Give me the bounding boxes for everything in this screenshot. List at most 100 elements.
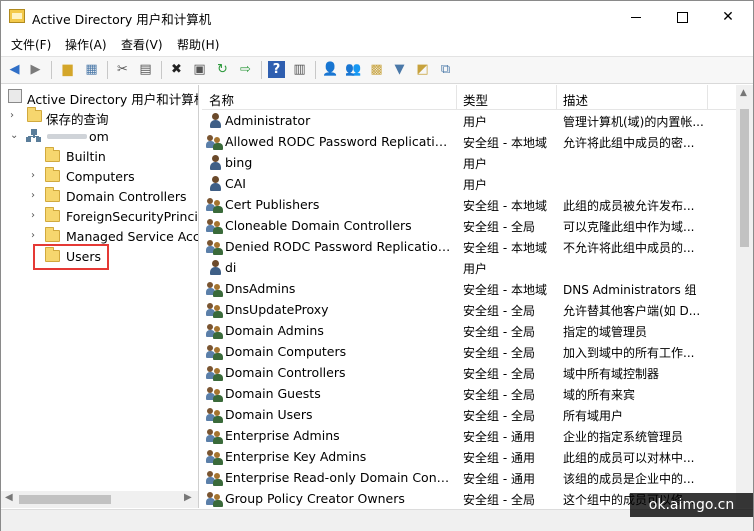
cell-description: 企业的指定系统管理员: [563, 430, 684, 444]
cell-description: 允许替其他客户端(如 D...: [563, 304, 701, 318]
group-icon: [206, 239, 224, 255]
close-button[interactable]: ✕: [705, 1, 751, 33]
tree-item-label: Managed Service Acco: [66, 229, 199, 244]
table-row[interactable]: Domain Computers 安全组 - 全局 加入到域中的所有工作...: [202, 341, 736, 362]
cell-description: 管理计算机(域)的内置帐...: [563, 115, 704, 129]
table-row[interactable]: Domain Controllers 安全组 - 全局 域中所有域控制器: [202, 362, 736, 383]
table-row[interactable]: Domain Users 安全组 - 全局 所有域用户: [202, 404, 736, 425]
table-row[interactable]: Enterprise Read-only Domain Controll... 安…: [202, 467, 736, 488]
tree-item-foreign-security-principals[interactable]: › ForeignSecurityPrincipa: [1, 207, 198, 227]
expand-arrow-icon[interactable]: ›: [10, 110, 14, 121]
table-row[interactable]: Domain Admins 安全组 - 全局 指定的域管理员: [202, 320, 736, 341]
maximize-button[interactable]: [659, 1, 705, 33]
menu-file[interactable]: 文件(F): [11, 36, 51, 53]
user-icon: [208, 113, 224, 129]
delete-icon[interactable]: ✖: [168, 61, 185, 78]
collapse-arrow-icon[interactable]: ⌄: [10, 130, 18, 141]
table-row[interactable]: Enterprise Key Admins 安全组 - 通用 此组的成员可以对林中.…: [202, 446, 736, 467]
group-icon: [206, 344, 224, 360]
export-icon[interactable]: ⇨: [237, 61, 254, 78]
cell-type: 安全组 - 全局: [463, 220, 535, 234]
table-row[interactable]: bing 用户: [202, 152, 736, 173]
cell-type: 用户: [463, 157, 488, 171]
tree-item-domain[interactable]: ⌄ om: [1, 127, 198, 147]
table-row[interactable]: Denied RODC Password Replication G... 安全组…: [202, 236, 736, 257]
group-icon: [206, 302, 224, 318]
column-header-name[interactable]: 名称: [209, 90, 234, 109]
tree-item-computers[interactable]: › Computers: [1, 167, 198, 187]
column-divider[interactable]: [707, 85, 708, 109]
redacted-domain-name: [47, 134, 87, 139]
cell-description: 不允许将此组中成员的...: [563, 241, 695, 255]
back-icon[interactable]: ◀: [6, 61, 23, 78]
minimize-button[interactable]: [613, 1, 659, 33]
scrollbar-thumb[interactable]: [19, 495, 111, 504]
properties-icon[interactable]: ▣: [191, 61, 208, 78]
column-header-description[interactable]: 描述: [563, 90, 588, 109]
table-row[interactable]: DnsUpdateProxy 安全组 - 全局 允许替其他客户端(如 D...: [202, 299, 736, 320]
tree-item-saved-queries[interactable]: › 保存的查询: [1, 107, 198, 127]
cell-type: 安全组 - 通用: [463, 430, 535, 444]
console-root-icon: [8, 89, 22, 103]
cell-description: 此组的成员被允许发布...: [563, 199, 695, 213]
toolbar-separator: [51, 61, 52, 79]
column-divider[interactable]: [456, 85, 457, 109]
watermark: ok.aimgo.cn: [630, 493, 753, 517]
list-header: 名称 类型 描述: [202, 85, 736, 110]
filter-icon[interactable]: ▼: [391, 61, 408, 78]
expand-arrow-icon[interactable]: ›: [31, 190, 35, 201]
scrollbar-thumb[interactable]: [740, 109, 749, 247]
scroll-right-icon[interactable]: ▶: [184, 492, 192, 503]
menu-view[interactable]: 查看(V): [121, 36, 163, 53]
column-divider[interactable]: [556, 85, 557, 109]
tree-item-builtin[interactable]: Builtin: [1, 147, 198, 167]
find-icon[interactable]: ◩: [414, 61, 431, 78]
tree-root[interactable]: Active Directory 用户和计算机: [1, 87, 198, 107]
toolbar-separator: [161, 61, 162, 79]
folder-icon: [45, 147, 60, 162]
table-row[interactable]: Allowed RODC Password Replication ... 安全组…: [202, 131, 736, 152]
table-row[interactable]: DnsAdmins 安全组 - 本地域 DNS Administrators 组: [202, 278, 736, 299]
cut-icon[interactable]: ✂: [114, 61, 131, 78]
menu-help[interactable]: 帮助(H): [177, 36, 219, 53]
expand-arrow-icon[interactable]: ›: [31, 210, 35, 221]
cell-type: 安全组 - 全局: [463, 346, 535, 360]
tree-item-domain-controllers[interactable]: › Domain Controllers: [1, 187, 198, 207]
help-icon[interactable]: ?: [268, 61, 285, 78]
expand-arrow-icon[interactable]: ›: [31, 170, 35, 181]
user-icon: [208, 176, 224, 192]
table-row[interactable]: CAI 用户: [202, 173, 736, 194]
cell-name: Domain Guests: [225, 386, 321, 401]
cell-name: Cert Publishers: [225, 197, 320, 212]
column-header-type[interactable]: 类型: [463, 90, 488, 109]
scroll-up-icon[interactable]: ▲: [740, 88, 747, 98]
table-row[interactable]: Cert Publishers 安全组 - 本地域 此组的成员被允许发布...: [202, 194, 736, 215]
paste-icon[interactable]: ▤: [137, 61, 154, 78]
add-to-group-icon[interactable]: ⧉: [437, 61, 454, 78]
new-group-icon[interactable]: 👥: [345, 61, 362, 78]
table-row[interactable]: Administrator 用户 管理计算机(域)的内置帐...: [202, 110, 736, 131]
group-icon: [206, 449, 224, 465]
up-folder-icon[interactable]: ▆: [59, 61, 76, 78]
group-icon: [206, 407, 224, 423]
group-icon: [206, 281, 224, 297]
folder-icon: [27, 107, 42, 122]
table-row[interactable]: Domain Guests 安全组 - 全局 域的所有来宾: [202, 383, 736, 404]
tree-horizontal-scrollbar[interactable]: ◀ ▶: [1, 491, 198, 508]
table-row[interactable]: Cloneable Domain Controllers 安全组 - 全局 可以克隆…: [202, 215, 736, 236]
cell-type: 用户: [463, 178, 488, 192]
expand-arrow-icon[interactable]: ›: [31, 230, 35, 241]
cell-description: 该组的成员是企业中的...: [563, 472, 695, 486]
refresh-icon[interactable]: ↻: [214, 61, 231, 78]
menu-action[interactable]: 操作(A): [65, 36, 107, 53]
new-user-icon[interactable]: 👤: [322, 61, 339, 78]
show-console-icon[interactable]: ▥: [291, 61, 308, 78]
table-row[interactable]: Enterprise Admins 安全组 - 通用 企业的指定系统管理员: [202, 425, 736, 446]
table-row[interactable]: di 用户: [202, 257, 736, 278]
scroll-left-icon[interactable]: ◀: [5, 492, 13, 503]
show-tree-icon[interactable]: ▦: [83, 61, 100, 78]
list-vertical-scrollbar[interactable]: ▲: [736, 85, 753, 508]
new-ou-icon[interactable]: ▩: [368, 61, 385, 78]
forward-icon[interactable]: ▶: [27, 61, 44, 78]
group-icon: [206, 386, 224, 402]
